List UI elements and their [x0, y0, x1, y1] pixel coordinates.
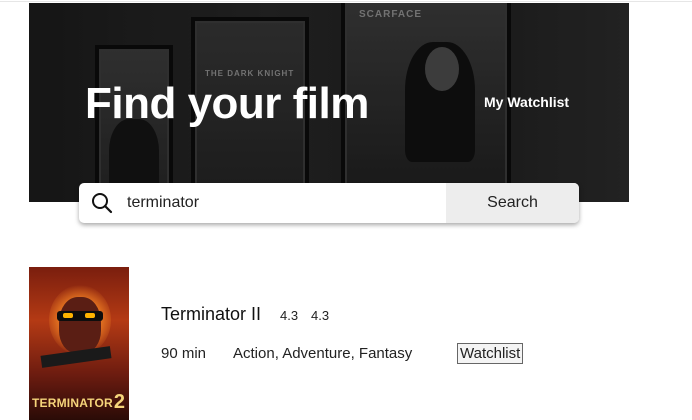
- film-runtime: 90 min: [161, 345, 207, 362]
- hero-banner: THE DARK KNIGHT SCARFACE Find your film …: [29, 3, 629, 202]
- search-icon: [79, 183, 125, 223]
- page-title: Find your film: [85, 79, 369, 128]
- poster-lens: [85, 313, 95, 318]
- film-rating: 4.3: [280, 308, 299, 323]
- poster-title: TERMINATOR: [32, 396, 113, 410]
- film-genres: Action, Adventure, Fantasy: [233, 345, 413, 362]
- top-divider: [0, 1, 692, 2]
- poster-number: 2: [113, 391, 125, 413]
- search-input[interactable]: [125, 183, 446, 223]
- film-title[interactable]: Terminator II: [161, 304, 261, 325]
- poster-head: [59, 297, 101, 353]
- film-poster[interactable]: TERMINATOR 2: [29, 267, 129, 420]
- poster-lens: [63, 313, 73, 318]
- my-watchlist-link[interactable]: My Watchlist: [484, 94, 569, 110]
- search-button[interactable]: Search: [446, 183, 579, 223]
- search-bar: Search: [79, 183, 579, 223]
- film-rating: 4.3: [311, 308, 330, 323]
- add-to-watchlist-button[interactable]: Watchlist: [457, 343, 524, 364]
